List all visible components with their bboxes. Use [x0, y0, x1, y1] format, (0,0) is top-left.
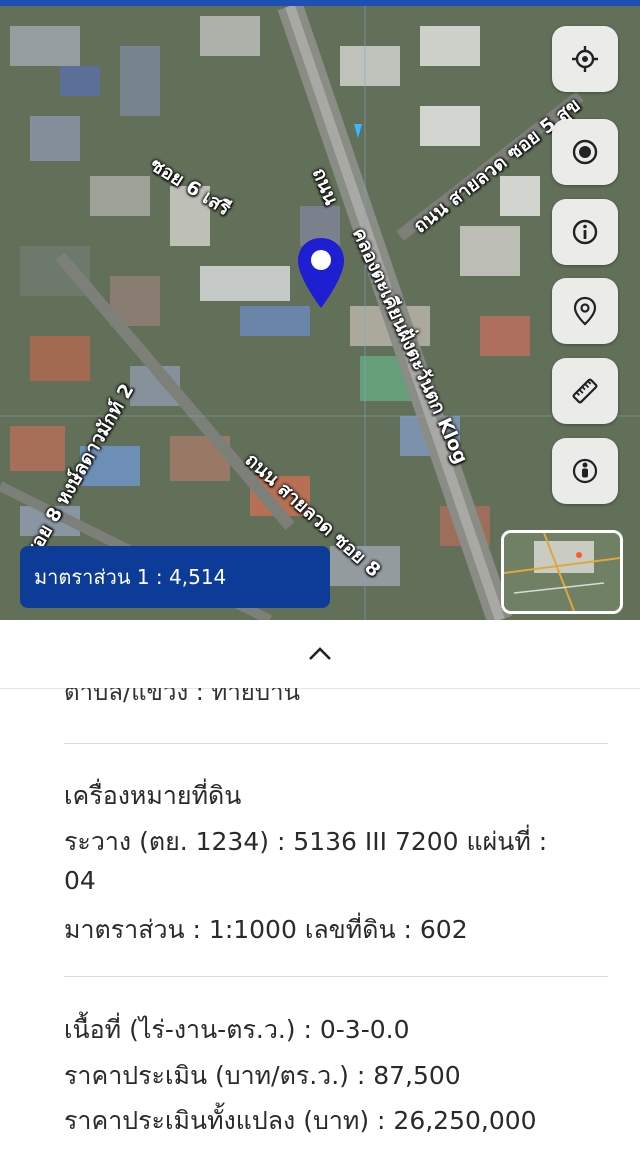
map-pin-icon — [573, 296, 597, 326]
land-mark-title: เครื่องหมายที่ดิน — [64, 781, 242, 810]
sheet-number: 04 — [64, 866, 96, 895]
chevron-up-icon — [309, 647, 331, 660]
sheet-line: ระวาง (ตย. 1234) : 5136 III 7200 แผ่นที่… — [64, 827, 548, 856]
scale-parcel-line: มาตราส่วน : 1:1000 เลขที่ดิน : 602 — [64, 915, 468, 944]
price-per-wah-line: ราคาประเมิน (บาท/ตร.ว.) : 87,500 — [64, 1061, 461, 1090]
record-icon — [572, 139, 598, 165]
map-scale-badge: มาตราส่วน 1 : 4,514 — [20, 546, 330, 608]
record-button[interactable] — [552, 119, 618, 185]
satellite-map[interactable]: ซอย 6 เสรี ถนน คลองตะเคียนฝั่งตะวันตก Kl… — [0, 6, 640, 620]
map-scale-label: มาตราส่วน 1 : 4,514 — [34, 565, 227, 589]
info-icon — [572, 219, 598, 245]
minimap-image — [504, 533, 620, 611]
person-button[interactable] — [552, 438, 618, 504]
info-button[interactable] — [552, 199, 618, 265]
ruler-icon — [572, 378, 598, 404]
map-pin-button[interactable] — [552, 278, 618, 344]
parcel-details-panel: ตำบล/แขวง : ท้ายบ้าน เครื่องหมายที่ดิน ร… — [0, 688, 640, 1162]
location-pin-icon[interactable] — [296, 236, 346, 314]
locate-target-button[interactable] — [552, 26, 618, 92]
ruler-button[interactable] — [552, 358, 618, 424]
panel-expand-handle[interactable] — [0, 620, 640, 689]
subdistrict-line: ตำบล/แขวง : ท้ายบ้าน — [64, 688, 300, 706]
total-price-line: ราคาประเมินทั้งแปลง (บาท) : 26,250,000 — [64, 1106, 537, 1135]
divider — [64, 743, 608, 744]
locate-target-icon — [572, 46, 598, 72]
person-icon — [572, 458, 598, 484]
divider — [64, 976, 608, 977]
area-line: เนื้อที่ (ไร่-งาน-ตร.ว.) : 0-3-0.0 — [64, 1015, 410, 1044]
minimap-thumbnail[interactable] — [501, 530, 623, 614]
